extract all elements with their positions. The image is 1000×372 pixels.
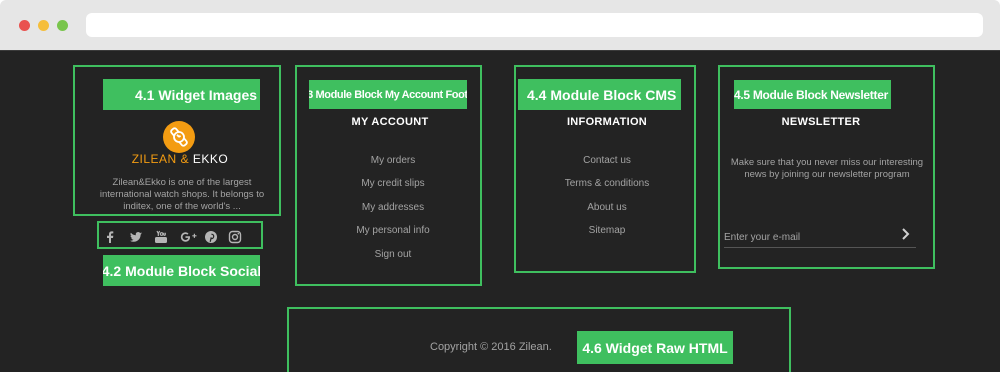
raw-html-tag: 4.6 Widget Raw HTML	[577, 331, 733, 364]
social-tag: 4.2 Module Block Social	[103, 255, 260, 286]
address-bar[interactable]	[86, 13, 983, 37]
copyright-text: Copyright © 2016 Zilean.	[430, 341, 552, 353]
newsletter-description: Make sure that you never miss our intere…	[730, 157, 924, 180]
brand-ampersand: &	[180, 152, 190, 166]
account-tag: 4.3 Module Block My Account Footer	[309, 80, 467, 109]
twitter-icon[interactable]	[128, 229, 144, 245]
link-my-credit-slips[interactable]: My credit slips	[310, 178, 476, 189]
link-contact-us[interactable]: Contact us	[524, 155, 690, 166]
newsletter-title: NEWSLETTER	[781, 116, 861, 128]
chevron-right-icon	[902, 228, 910, 240]
brand-name-part1: ZILEAN	[131, 152, 177, 166]
widget-images-tag: 4.1 Widget Images	[103, 79, 260, 110]
link-sitemap[interactable]: Sitemap	[524, 225, 690, 236]
pinterest-icon[interactable]	[203, 229, 219, 245]
link-terms-conditions[interactable]: Terms & conditions	[524, 178, 690, 189]
link-my-orders[interactable]: My orders	[310, 155, 476, 166]
email-field[interactable]	[724, 228, 916, 248]
account-title: MY ACCOUNT	[351, 116, 429, 128]
link-my-personal-info[interactable]: My personal info	[310, 225, 476, 236]
browser-chrome	[0, 0, 1000, 50]
brand-name-part2: EKKO	[192, 152, 229, 166]
about-text: Zilean&Ekko is one of the largest intern…	[99, 177, 265, 212]
youtube-icon[interactable]	[153, 229, 169, 245]
minimize-window-button[interactable]	[38, 20, 49, 31]
newsletter-submit-button[interactable]	[898, 225, 914, 243]
cms-title: INFORMATION	[566, 116, 648, 128]
google-plus-icon[interactable]	[179, 229, 199, 245]
maximize-window-button[interactable]	[57, 20, 68, 31]
facebook-icon[interactable]	[102, 229, 118, 245]
watch-icon	[170, 127, 188, 147]
close-window-button[interactable]	[19, 20, 30, 31]
link-my-addresses[interactable]: My addresses	[310, 202, 476, 213]
instagram-icon[interactable]	[227, 229, 243, 245]
link-sign-out[interactable]: Sign out	[310, 249, 476, 260]
cms-tag: 4.4 Module Block CMS	[518, 79, 681, 110]
newsletter-tag: 4.5 Module Block Newsletter	[734, 80, 891, 109]
link-about-us[interactable]: About us	[524, 202, 690, 213]
brand-name: ZILEAN & EKKO	[120, 152, 240, 166]
brand-logo[interactable]	[163, 121, 195, 153]
